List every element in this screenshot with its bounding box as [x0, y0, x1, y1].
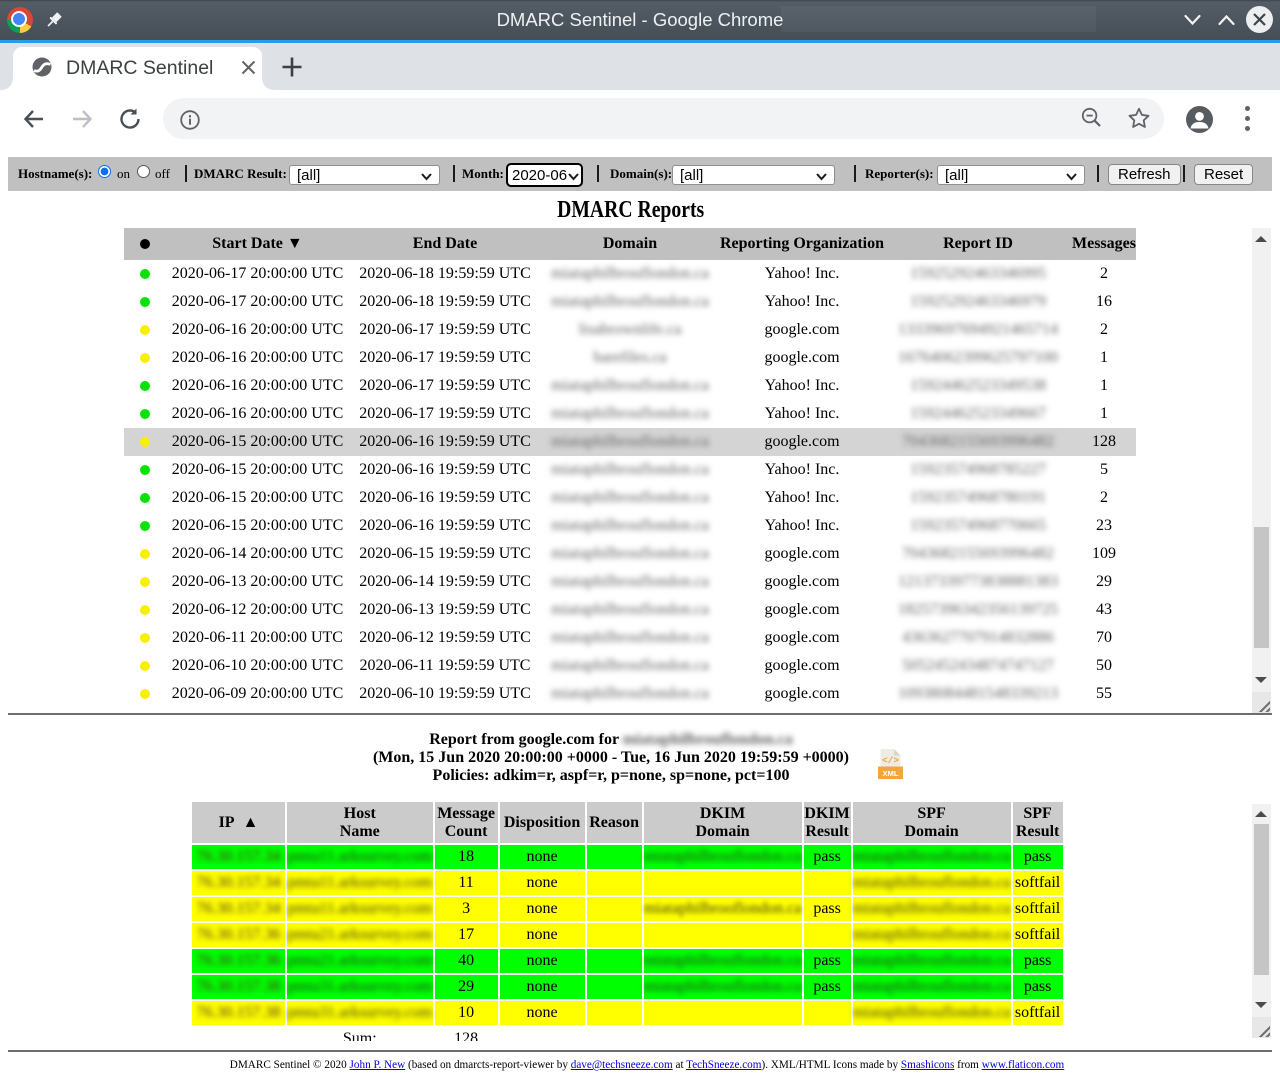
svg-text:XML: XML: [883, 769, 899, 778]
svg-text:</>: </>: [882, 755, 899, 766]
